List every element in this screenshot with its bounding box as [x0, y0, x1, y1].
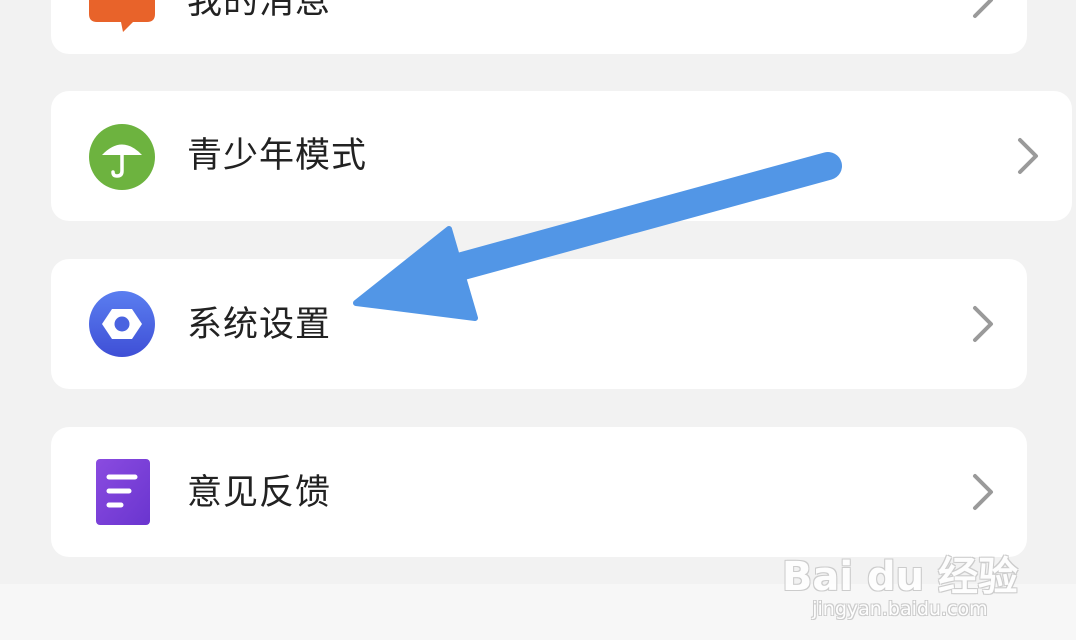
settings-hexagon-icon [89, 291, 155, 361]
menu-item-my-messages[interactable]: 我的消息 [51, 0, 1027, 54]
menu-item-feedback[interactable]: 意见反馈 [51, 427, 1027, 557]
menu-item-label: 系统设置 [187, 305, 332, 345]
umbrella-icon [89, 124, 155, 194]
watermark-url: jingyan.baidu.com [812, 598, 988, 620]
message-icon [89, 0, 155, 38]
menu-item-label: 意见反馈 [187, 473, 332, 513]
menu-item-system-settings[interactable]: 系统设置 [51, 259, 1027, 389]
watermark-logo: Bai du 经验 [781, 554, 1018, 600]
chevron-right-icon [973, 474, 993, 510]
menu-item-teen-mode[interactable]: 青少年模式 [51, 91, 1072, 221]
feedback-document-icon [96, 459, 150, 529]
menu-item-label: 青少年模式 [187, 136, 368, 176]
chevron-right-icon [973, 0, 993, 18]
chevron-right-icon [1018, 138, 1038, 174]
menu-item-label: 我的消息 [187, 0, 332, 22]
chevron-right-icon [973, 306, 993, 342]
watermark: Bai du 经验 jingyan.baidu.com [782, 556, 1018, 620]
